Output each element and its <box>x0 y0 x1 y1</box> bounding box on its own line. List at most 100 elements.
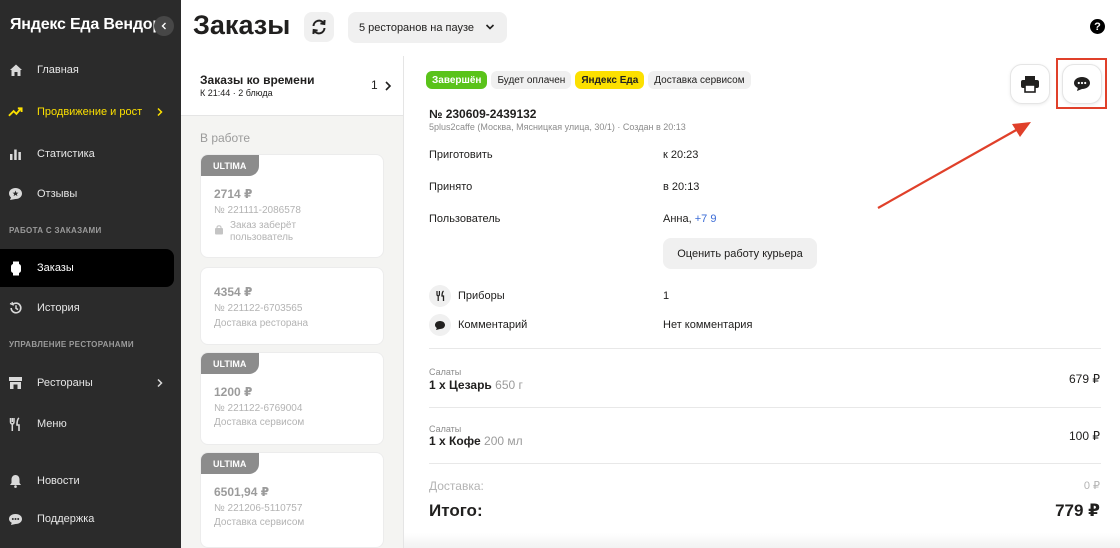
sidebar-item-menu[interactable]: Меню <box>0 405 181 443</box>
ultima-tag: ULTIMA <box>201 155 259 176</box>
order-card[interactable]: ULTIMA 6501,94 ₽ № 221206-5110757 Достав… <box>200 452 384 548</box>
user-label: Пользователь <box>429 213 501 225</box>
bar-chart-icon <box>8 147 23 162</box>
prepare-label: Приготовить <box>429 149 493 161</box>
ultima-tag: ULTIMA <box>201 453 259 474</box>
order-card-delivery-note: Доставка сервисом <box>214 517 305 528</box>
divider <box>429 407 1101 408</box>
order-item-name: 1 x Кофе 200 мл <box>429 434 523 448</box>
sidebar-item-label: Статистика <box>37 148 95 160</box>
chevron-down-icon <box>485 24 495 30</box>
order-item-weight: 650 г <box>495 378 523 392</box>
history-icon <box>8 301 23 316</box>
order-card-delivery-note: Доставка ресторана <box>214 318 309 329</box>
home-icon <box>8 63 23 78</box>
order-item-price: 100 ₽ <box>1069 429 1100 443</box>
store-icon <box>8 376 23 391</box>
order-meta: 5plus2caffe (Москва, Мясницкая улица, 30… <box>429 122 686 132</box>
order-card-number: № 221206-5110757 <box>214 503 303 514</box>
order-item-title: 1 x Кофе <box>429 434 481 448</box>
bag-icon <box>215 225 223 235</box>
order-card-price: 6501,94 ₽ <box>214 485 270 499</box>
order-card-number: № 221122-6769004 <box>214 403 303 414</box>
sidebar-item-news[interactable]: Новости <box>0 462 181 500</box>
comment-label: Комментарий <box>458 319 528 331</box>
fork-knife-icon <box>8 416 23 432</box>
scheduled-orders-header[interactable]: Заказы ко времени К 21:44 · 2 блюда 1 <box>181 56 403 116</box>
sidebar-item-reviews[interactable]: Отзывы <box>0 175 181 213</box>
item-category: Салаты <box>429 424 462 434</box>
order-card[interactable]: 4354 ₽ № 221122-6703565 Доставка рестора… <box>200 267 384 345</box>
help-icon[interactable]: ? <box>1090 19 1105 34</box>
order-status-badges: Завершён Будет оплачен Яндекс Еда Достав… <box>426 71 751 89</box>
ultima-tag: ULTIMA <box>201 353 259 374</box>
refresh-button[interactable] <box>304 12 334 42</box>
printer-icon <box>1021 76 1039 93</box>
sidebar-item-label: Заказы <box>37 262 74 274</box>
total-value: 779 ₽ <box>1055 501 1100 520</box>
status-badge-source: Яндекс Еда <box>575 71 645 89</box>
prepare-value: к 20:23 <box>663 149 699 161</box>
bell-icon <box>8 474 23 489</box>
divider <box>429 463 1101 464</box>
in-work-section-label: В работе <box>200 131 251 145</box>
trend-up-icon <box>8 105 23 120</box>
comment-value: Нет комментария <box>663 319 753 331</box>
accepted-label: Принято <box>429 181 473 193</box>
chat-button-highlight <box>1056 58 1107 109</box>
total-label: Итого: <box>429 501 483 520</box>
sidebar-item-statistics[interactable]: Статистика <box>0 135 181 173</box>
status-badge-payment: Будет оплачен <box>491 71 572 89</box>
divider <box>429 348 1101 349</box>
sidebar: Яндекс Еда Вендор Главная Продвижение и … <box>0 0 181 548</box>
order-card[interactable]: ULTIMA 1200 ₽ № 221122-6769004 Доставка … <box>200 352 384 445</box>
scheduled-orders-title: Заказы ко времени <box>200 73 315 87</box>
order-item-title: 1 x Цезарь <box>429 378 492 392</box>
scroll-fade <box>404 533 1120 548</box>
order-card[interactable]: ULTIMA 2714 ₽ № 221111-2086578 Заказ заб… <box>200 154 384 258</box>
accepted-value: в 20:13 <box>663 181 700 193</box>
user-phone-link[interactable]: +7 9 <box>695 213 717 225</box>
sidebar-item-label: Поддержка <box>37 513 95 525</box>
sidebar-item-support[interactable]: Поддержка <box>0 500 181 538</box>
watch-icon <box>8 261 23 276</box>
cutlery-value: 1 <box>663 290 670 302</box>
section-orders-title: РАБОТА С ЗАКАЗАМИ <box>9 226 102 235</box>
collapse-sidebar-button[interactable] <box>154 16 174 36</box>
sidebar-item-label: Меню <box>37 418 67 430</box>
sidebar-item-label: Отзывы <box>37 188 78 200</box>
order-card-number: № 221122-6703565 <box>214 303 303 314</box>
order-list-panel: Заказы ко времени К 21:44 · 2 блюда 1 В … <box>181 56 404 548</box>
item-category: Салаты <box>429 367 462 377</box>
user-name: Анна, <box>663 213 692 225</box>
sidebar-item-restaurants[interactable]: Рестораны <box>0 364 181 402</box>
section-restaurants-title: УПРАВЛЕНИЕ РЕСТОРАНАМИ <box>9 340 134 349</box>
star-bubble-icon <box>8 187 23 202</box>
chevron-right-icon <box>157 107 163 117</box>
comment-icon <box>429 314 451 336</box>
sidebar-item-home[interactable]: Главная <box>0 51 181 89</box>
chevron-left-icon <box>161 22 166 30</box>
order-item-name: 1 x Цезарь 650 г <box>429 378 523 392</box>
print-button[interactable] <box>1010 64 1050 104</box>
sidebar-item-orders[interactable]: Заказы <box>0 249 174 287</box>
order-card-price: 4354 ₽ <box>214 285 253 299</box>
brand-logo[interactable]: Яндекс Еда Вендор <box>10 16 162 34</box>
order-card-price: 1200 ₽ <box>214 385 253 399</box>
rate-courier-button[interactable]: Оценить работу курьера <box>663 238 817 269</box>
chevron-right-icon <box>157 378 163 388</box>
scheduled-orders-subtitle: К 21:44 · 2 блюда <box>200 88 273 98</box>
sidebar-item-promotion[interactable]: Продвижение и рост <box>0 93 181 131</box>
user-value: Анна, +7 9 <box>663 213 716 225</box>
cutlery-label: Приборы <box>458 290 505 302</box>
paused-restaurants-dropdown[interactable]: 5 ресторанов на паузе <box>348 12 507 43</box>
chat-bubble-icon <box>8 512 23 527</box>
status-badge-completed: Завершён <box>426 71 488 89</box>
sidebar-item-history[interactable]: История <box>0 289 181 327</box>
order-item-price: 679 ₽ <box>1069 372 1100 386</box>
status-badge-delivery: Доставка сервисом <box>648 71 751 89</box>
sidebar-item-label: История <box>37 302 80 314</box>
sidebar-item-label: Новости <box>37 475 80 487</box>
order-card-delivery-note: Доставка сервисом <box>214 417 305 428</box>
sidebar-item-label: Продвижение и рост <box>37 106 143 118</box>
